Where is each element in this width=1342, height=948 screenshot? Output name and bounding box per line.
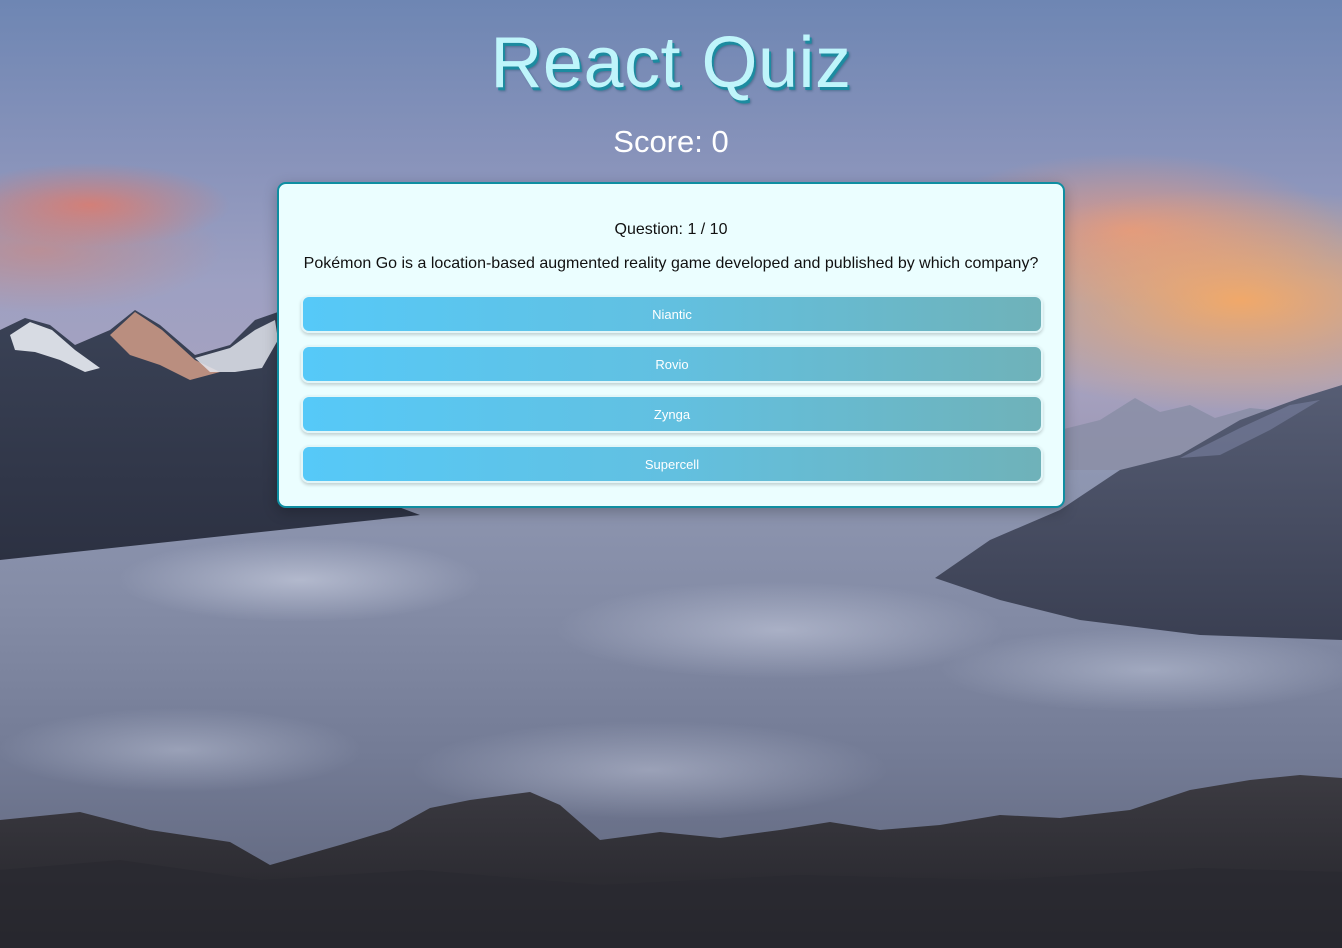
- question-progress: Question: 1 / 10: [614, 221, 728, 238]
- question-text: Pokémon Go is a location-based augmented…: [303, 255, 1039, 272]
- answer-button-rovio[interactable]: Rovio: [301, 345, 1043, 383]
- answer-button-zynga[interactable]: Zynga: [301, 395, 1043, 433]
- question-card: Question: 1 / 10 Pokémon Go is a locatio…: [277, 182, 1065, 508]
- answer-list: Niantic Rovio Zynga Supercell: [301, 295, 1043, 483]
- score-display: Score: 0: [613, 124, 729, 159]
- app-title: React Quiz: [490, 23, 852, 103]
- answer-button-niantic[interactable]: Niantic: [301, 295, 1043, 333]
- quiz-app: React Quiz Score: 0 Question: 1 / 10 Pok…: [0, 0, 1342, 948]
- answer-button-supercell[interactable]: Supercell: [301, 445, 1043, 483]
